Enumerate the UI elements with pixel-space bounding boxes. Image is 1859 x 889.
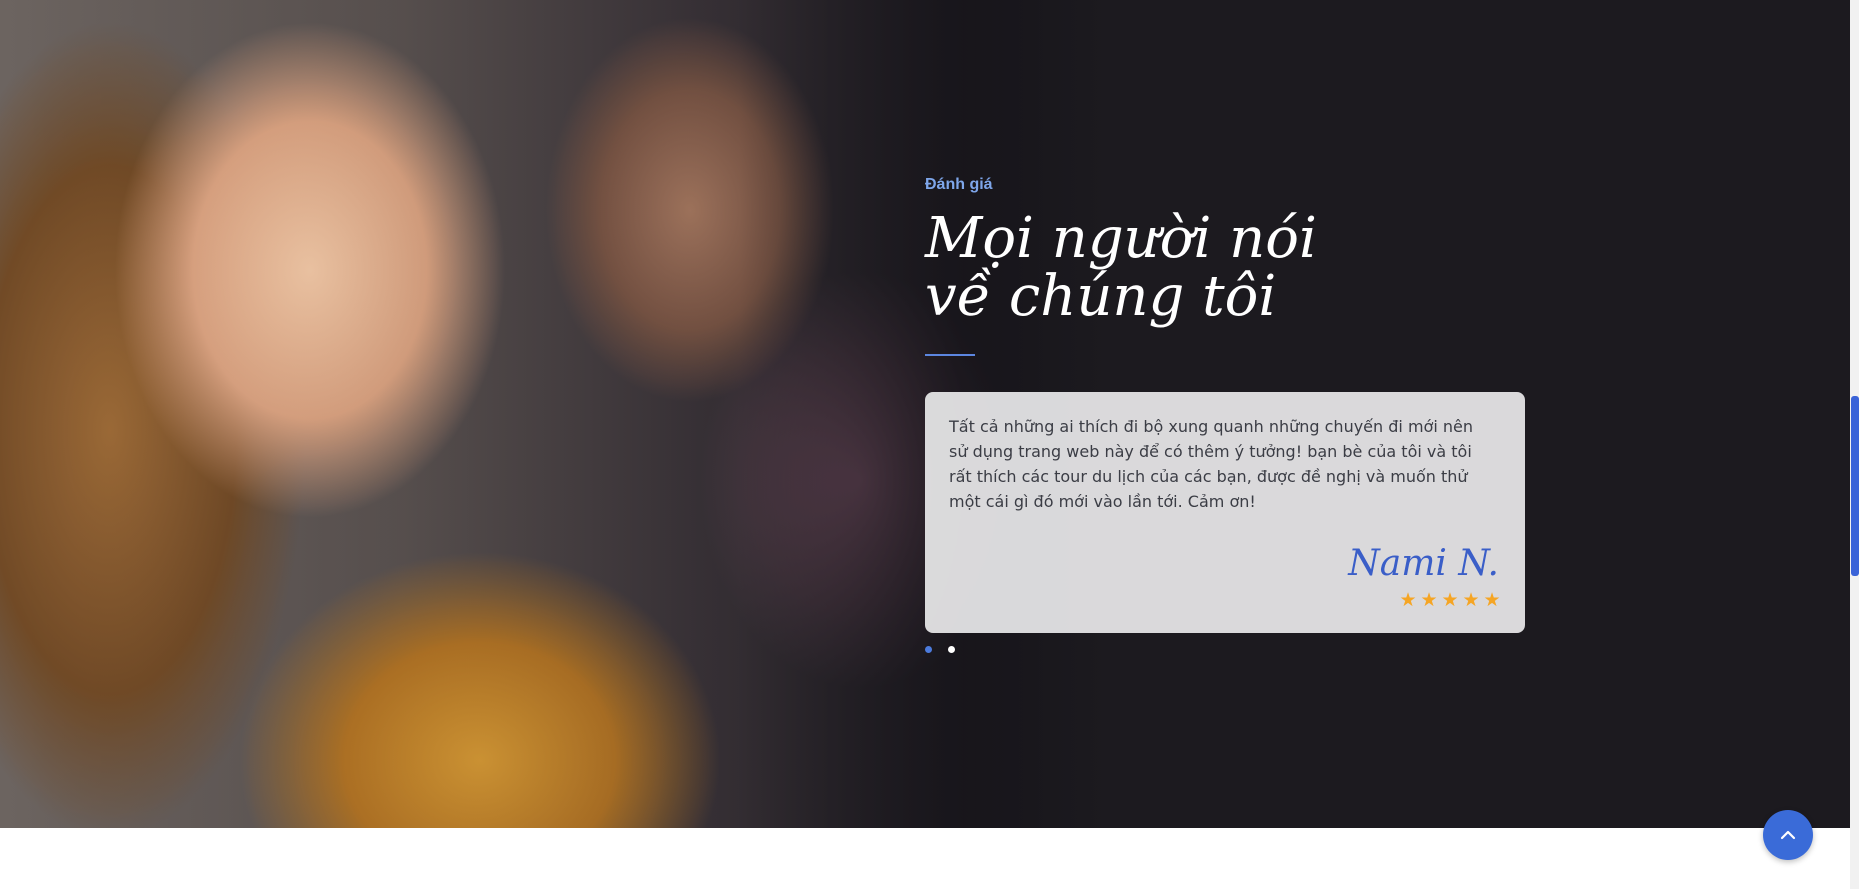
- testimonial-card: Tất cả những ai thích đi bộ xung quanh n…: [925, 392, 1525, 633]
- star-icon: ★: [1462, 589, 1480, 611]
- star-icon: ★: [1441, 589, 1459, 611]
- scrollbar-thumb[interactable]: [1851, 396, 1859, 576]
- star-icon: ★: [1420, 589, 1438, 611]
- section-heading: Mọi người nói về chúng tôi: [925, 206, 1317, 329]
- heading-divider: [925, 354, 975, 356]
- star-icon: ★: [1399, 589, 1417, 611]
- rating-stars: ★ ★ ★ ★ ★: [1399, 589, 1501, 611]
- carousel-dot-2[interactable]: [948, 646, 955, 653]
- section-eyebrow: Đánh giá: [925, 176, 993, 193]
- review-author: Nami N.: [1348, 543, 1499, 584]
- carousel-dot-1[interactable]: [925, 646, 932, 653]
- testimonial-content: Đánh giá Mọi người nói về chúng tôi Tất …: [925, 174, 1525, 633]
- review-text: Tất cả những ai thích đi bộ xung quanh n…: [949, 417, 1473, 511]
- star-icon: ★: [1483, 589, 1501, 611]
- back-to-top-button[interactable]: [1763, 810, 1813, 860]
- carousel-dots: [925, 646, 955, 653]
- chevron-up-icon: [1780, 830, 1796, 840]
- next-section: [0, 828, 1850, 889]
